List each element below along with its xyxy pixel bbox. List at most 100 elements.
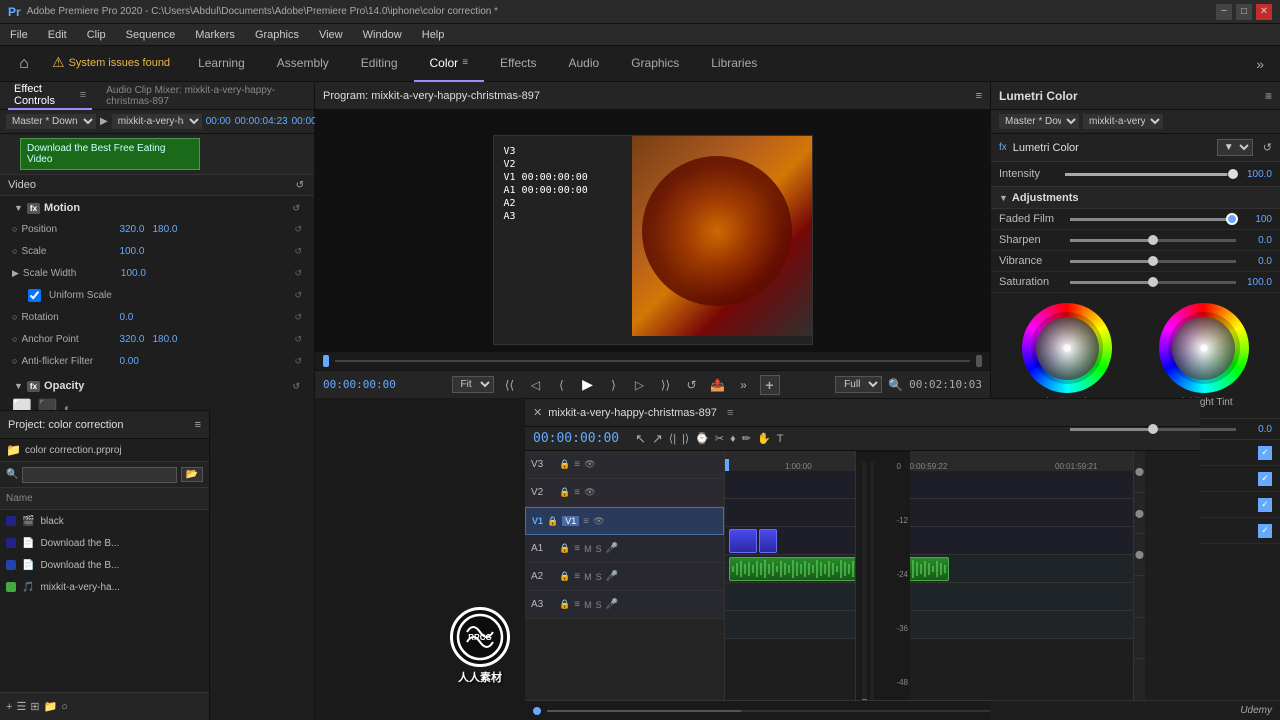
- track-v2-eye[interactable]: 👁: [584, 487, 595, 498]
- tab-audio[interactable]: Audio: [553, 46, 616, 82]
- ctrl-more[interactable]: »: [734, 375, 754, 395]
- anti-flicker-reset[interactable]: ↺: [294, 356, 302, 367]
- intensity-slider[interactable]: [1065, 173, 1236, 176]
- highlight-tint-wheel[interactable]: [1159, 303, 1249, 393]
- source-clip-dropdown[interactable]: mixkit-a-very-happy-...: [112, 114, 202, 129]
- motion-twirl[interactable]: ▼: [14, 203, 23, 213]
- scrubber-thumb[interactable]: [323, 355, 329, 367]
- program-monitor-menu[interactable]: ≡: [976, 90, 982, 102]
- menu-sequence[interactable]: Sequence: [122, 27, 180, 43]
- tab-effects[interactable]: Effects: [484, 46, 552, 82]
- ctrl-step-back[interactable]: ◁: [526, 375, 546, 395]
- intensity-value[interactable]: 100.0: [1242, 169, 1272, 180]
- scale-width-value[interactable]: 100.0: [121, 268, 146, 279]
- motion-reset[interactable]: ↺: [292, 203, 300, 214]
- clip-v1-2[interactable]: [759, 529, 777, 553]
- track-a3-lock[interactable]: 🔒: [559, 599, 570, 610]
- zoom-icon[interactable]: 🔍: [888, 378, 903, 392]
- track-a3-m[interactable]: M: [584, 600, 592, 610]
- monitor-quality-select[interactable]: Full: [835, 376, 882, 393]
- track-a3-s[interactable]: S: [596, 600, 602, 610]
- lumetri-preset-select[interactable]: ▼: [1217, 139, 1253, 156]
- rotation-twirl[interactable]: ○: [12, 312, 17, 322]
- tab-libraries[interactable]: Libraries: [695, 46, 773, 82]
- project-item-black[interactable]: 🎬 black: [0, 510, 209, 532]
- vibrance-value[interactable]: 0.0: [1242, 256, 1272, 267]
- anchor-twirl[interactable]: ○: [12, 334, 17, 344]
- position-y-value[interactable]: 180.0: [152, 224, 177, 235]
- adjustments-section-header[interactable]: ▼ Adjustments: [991, 187, 1280, 209]
- sharpen-thumb[interactable]: [1148, 235, 1158, 245]
- position-reset[interactable]: ↺: [294, 224, 302, 235]
- faded-film-thumb[interactable]: [1226, 213, 1238, 225]
- uniform-scale-reset[interactable]: ↺: [294, 290, 302, 301]
- project-list-btn[interactable]: ☰: [16, 700, 26, 713]
- project-grid-btn[interactable]: ⊞: [30, 700, 39, 713]
- menu-clip[interactable]: Clip: [83, 27, 110, 43]
- track-a1-m[interactable]: M: [584, 544, 592, 554]
- track-v2-lock[interactable]: 🔒: [559, 487, 570, 498]
- lumetri-source-select[interactable]: Master * Downlo...: [999, 114, 1079, 129]
- opacity-reset[interactable]: ↺: [292, 381, 300, 392]
- scale-width-twirl[interactable]: ▶: [12, 268, 19, 279]
- monitor-timecode-in[interactable]: 00:00:00:00: [323, 378, 396, 391]
- tl-close-btn[interactable]: ✕: [533, 406, 542, 419]
- ctrl-add[interactable]: +: [760, 375, 780, 395]
- lumetri-reset-icon[interactable]: ↺: [1263, 141, 1272, 154]
- track-a1-s[interactable]: S: [596, 544, 602, 554]
- menu-window[interactable]: Window: [359, 27, 406, 43]
- search-folder-button[interactable]: 📂: [181, 467, 203, 482]
- rotation-value[interactable]: 0.0: [119, 312, 133, 323]
- color-wheels-checkbox[interactable]: ✓: [1258, 472, 1272, 486]
- clip-a1[interactable]: [729, 557, 949, 581]
- sharpen-value[interactable]: 0.0: [1242, 235, 1272, 246]
- sharpen-slider[interactable]: [1070, 239, 1236, 242]
- vibrance-thumb[interactable]: [1148, 256, 1158, 266]
- lumetri-clip-select[interactable]: mixkit-a-very-...: [1083, 114, 1163, 129]
- scrubber-bar[interactable]: [315, 352, 990, 370]
- tint-balance-thumb[interactable]: [1148, 424, 1158, 434]
- close-button[interactable]: ✕: [1256, 4, 1272, 20]
- effect-source-select[interactable]: Master * Download the...: [6, 114, 96, 129]
- project-new-btn[interactable]: +: [6, 701, 12, 713]
- anchor-x-value[interactable]: 320.0: [119, 334, 144, 345]
- tl-tool-ripple[interactable]: ⟨|: [669, 431, 676, 447]
- video-reset-button[interactable]: ↺: [294, 180, 306, 191]
- scale-reset[interactable]: ↺: [294, 246, 302, 257]
- tint-balance-slider[interactable]: [1070, 428, 1236, 431]
- track-a2-m[interactable]: M: [584, 572, 592, 582]
- tl-tool-rolling[interactable]: |⟩: [682, 431, 689, 447]
- track-a1-mic[interactable]: 🎤: [606, 543, 618, 554]
- uniform-scale-checkbox[interactable]: [28, 289, 41, 302]
- ctrl-next[interactable]: ⟩: [604, 375, 624, 395]
- track-a3-mic[interactable]: 🎤: [606, 599, 618, 610]
- tl-tool-select[interactable]: ↖: [635, 431, 646, 447]
- timeline-menu[interactable]: ≡: [727, 407, 733, 419]
- project-item-mixkit[interactable]: 🎵 mixkit-a-very-ha...: [0, 576, 209, 598]
- tl-tool-pen[interactable]: ✏: [742, 431, 751, 447]
- curves-checkbox[interactable]: ✓: [1258, 446, 1272, 460]
- track-a2-mic[interactable]: 🎤: [606, 571, 618, 582]
- tl-tool-slip[interactable]: ♦: [730, 431, 736, 447]
- scale-twirl[interactable]: ○: [12, 246, 17, 256]
- rotation-reset[interactable]: ↺: [294, 312, 302, 323]
- scale-width-reset[interactable]: ↺: [294, 268, 302, 279]
- ctrl-play[interactable]: ▶: [578, 375, 598, 395]
- faded-film-value[interactable]: 100: [1242, 214, 1272, 225]
- track-a2-lock[interactable]: 🔒: [559, 571, 570, 582]
- faded-film-slider[interactable]: [1070, 218, 1236, 221]
- track-v3-eye[interactable]: 👁: [584, 459, 595, 470]
- position-twirl[interactable]: ○: [12, 224, 17, 234]
- project-item-download1[interactable]: 📄 Download the B...: [0, 532, 209, 554]
- workspace-more[interactable]: »: [1248, 46, 1272, 82]
- anchor-reset[interactable]: ↺: [294, 334, 302, 345]
- tab-effect-controls[interactable]: Effect Controls ≡: [8, 82, 92, 110]
- menu-help[interactable]: Help: [418, 27, 449, 43]
- hsl-checkbox[interactable]: ✓: [1258, 498, 1272, 512]
- project-folder-btn[interactable]: 📁: [44, 700, 58, 713]
- tint-balance-value[interactable]: 0.0: [1242, 424, 1272, 435]
- tl-tool-text[interactable]: T: [777, 431, 784, 447]
- tab-graphics[interactable]: Graphics: [615, 46, 695, 82]
- ctrl-to-end[interactable]: ⟩⟩: [656, 375, 676, 395]
- vibrance-slider[interactable]: [1070, 260, 1236, 263]
